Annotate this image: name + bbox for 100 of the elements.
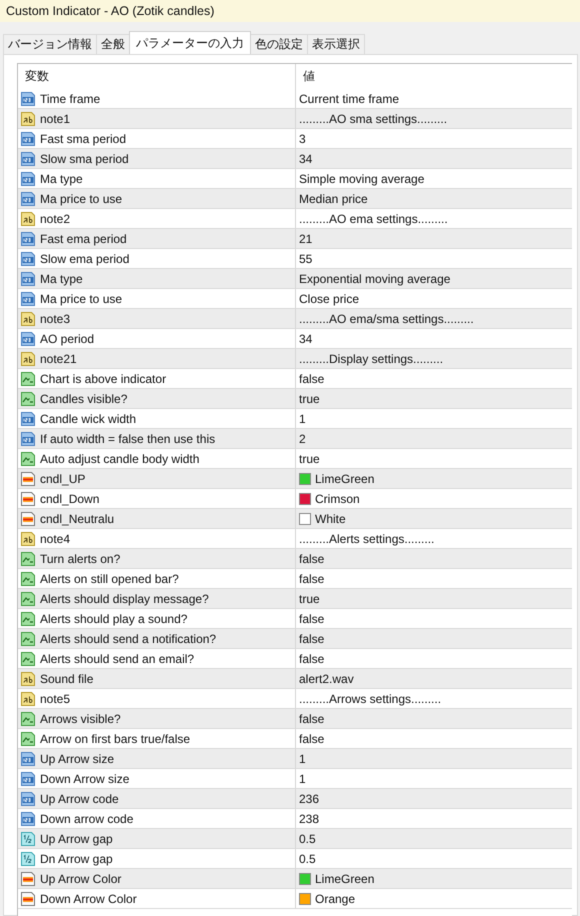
parameter-value[interactable]: 236 (299, 792, 320, 806)
chart-type-icon (20, 730, 36, 746)
parameter-value[interactable]: 0.5 (299, 832, 316, 846)
parameter-value[interactable]: LimeGreen (315, 472, 374, 486)
parameter-value[interactable]: true (299, 592, 320, 606)
tab[interactable]: パラメーターの入力 (129, 31, 251, 54)
parameter-name: Slow sma period (40, 152, 129, 166)
parameter-value[interactable]: Simple moving average (299, 172, 424, 186)
parameter-name: cndl_Down (40, 492, 100, 506)
parameter-value[interactable]: Orange (315, 892, 356, 906)
parameter-name: Candle wick width (40, 412, 136, 426)
parameter-name: Up Arrow gap (40, 832, 113, 846)
parameter-value[interactable]: false (299, 552, 324, 566)
parameter-name: Auto adjust candle body width (40, 452, 200, 466)
parameter-name: cndl_Neutralu (40, 512, 114, 526)
parameter-name: Up Arrow size (40, 752, 114, 766)
parameter-value[interactable]: true (299, 392, 320, 406)
parameter-name: If auto width = false then use this (40, 432, 216, 446)
parameter-value[interactable]: Crimson (315, 492, 360, 506)
parameter-name: Ma type (40, 172, 83, 186)
parameter-value[interactable]: 55 (299, 252, 312, 266)
parameter-value[interactable]: 34 (299, 332, 312, 346)
parameter-value[interactable]: White (315, 512, 346, 526)
chart-type-icon (20, 630, 36, 646)
parameter-value[interactable]: .........AO ema settings......... (299, 212, 448, 226)
chart-type-icon (20, 650, 36, 666)
parameter-value[interactable]: alert2.wav (299, 672, 354, 686)
text-type-icon (20, 690, 36, 706)
parameter-value[interactable]: 3 (299, 132, 306, 146)
parameter-name: note4 (40, 532, 70, 546)
chart-type-icon (20, 450, 36, 466)
tab[interactable]: バージョン情報 (3, 34, 97, 54)
text-type-icon (20, 670, 36, 686)
parameter-value[interactable]: false (299, 732, 324, 746)
chart-type-icon (20, 550, 36, 566)
parameter-name: Ma price to use (40, 292, 122, 306)
number-type-icon (20, 150, 36, 166)
parameter-value[interactable]: 2 (299, 432, 306, 446)
parameter-value[interactable]: .........Alerts settings......... (299, 532, 434, 546)
parameter-name: Alerts should send an email? (40, 652, 194, 666)
parameter-name: Ma price to use (40, 192, 122, 206)
parameter-name: note2 (40, 212, 70, 226)
color-type-icon (20, 470, 36, 486)
parameter-name: Dn Arrow gap (40, 852, 113, 866)
parameter-name: Fast sma period (40, 132, 126, 146)
number-type-icon (20, 790, 36, 806)
parameter-value[interactable]: false (299, 612, 324, 626)
color-type-icon (20, 870, 36, 886)
parameter-name: Alerts should display message? (40, 592, 209, 606)
parameter-value[interactable]: Current time frame (299, 92, 400, 106)
parameter-value[interactable]: Exponential moving average (299, 272, 450, 286)
number-type-icon (20, 750, 36, 766)
parameter-value[interactable]: .........AO ema/sma settings......... (299, 312, 474, 326)
chart-type-icon (20, 710, 36, 726)
text-type-icon (20, 530, 36, 546)
parameter-value[interactable]: 34 (299, 152, 312, 166)
parameter-value[interactable]: 1 (299, 752, 306, 766)
parameter-value[interactable]: .........Display settings......... (299, 352, 444, 366)
parameter-value[interactable]: 1 (299, 412, 306, 426)
parameter-name: Slow ema period (40, 252, 130, 266)
parameter-name: note5 (40, 692, 70, 706)
number-type-icon (20, 270, 36, 286)
parameter-name: Up Arrow code (40, 792, 119, 806)
parameter-value[interactable]: 21 (299, 232, 312, 246)
fraction-type-icon (20, 850, 36, 866)
chart-type-icon (20, 390, 36, 406)
fraction-type-icon (20, 830, 36, 846)
parameter-value[interactable]: false (299, 652, 324, 666)
parameter-name: Fast ema period (40, 232, 127, 246)
parameter-name: note1 (40, 112, 70, 126)
parameter-value[interactable]: false (299, 712, 324, 726)
parameter-value[interactable]: 1 (299, 772, 306, 786)
chart-type-icon (20, 590, 36, 606)
parameter-value[interactable]: .........AO sma settings......... (299, 112, 448, 126)
parameter-name: Alerts should send a notification? (40, 632, 216, 646)
number-type-icon (20, 190, 36, 206)
chart-type-icon (20, 570, 36, 586)
parameter-name: Arrow on first bars true/false (40, 732, 190, 746)
parameter-value[interactable]: Close price (299, 292, 360, 306)
parameter-name: AO period (40, 332, 94, 346)
number-type-icon (20, 230, 36, 246)
parameter-name: Down Arrow size (40, 772, 130, 786)
parameter-value[interactable]: LimeGreen (315, 872, 374, 886)
parameter-name: Alerts should play a sound? (40, 612, 188, 626)
parameter-value[interactable]: true (299, 452, 320, 466)
parameter-name: Time frame (40, 92, 100, 106)
parameter-name: Up Arrow Color (40, 872, 122, 886)
parameter-name: Alerts on still opened bar? (40, 572, 179, 586)
parameter-value[interactable]: .........Arrows settings......... (299, 692, 442, 706)
parameter-value[interactable]: 0.5 (299, 852, 316, 866)
parameter-name: Turn alerts on? (40, 552, 120, 566)
parameter-value[interactable]: false (299, 572, 324, 586)
parameter-value[interactable]: Median price (299, 192, 368, 206)
tab[interactable]: 表示選択 (307, 34, 365, 54)
parameter-value[interactable]: 238 (299, 812, 320, 826)
column-header[interactable]: 値 (296, 64, 572, 89)
parameter-value[interactable]: false (299, 372, 324, 386)
parameter-name: Arrows visible? (40, 712, 121, 726)
window-title: Custom Indicator - AO (Zotik candles) (6, 4, 214, 18)
parameter-value[interactable]: false (299, 632, 324, 646)
